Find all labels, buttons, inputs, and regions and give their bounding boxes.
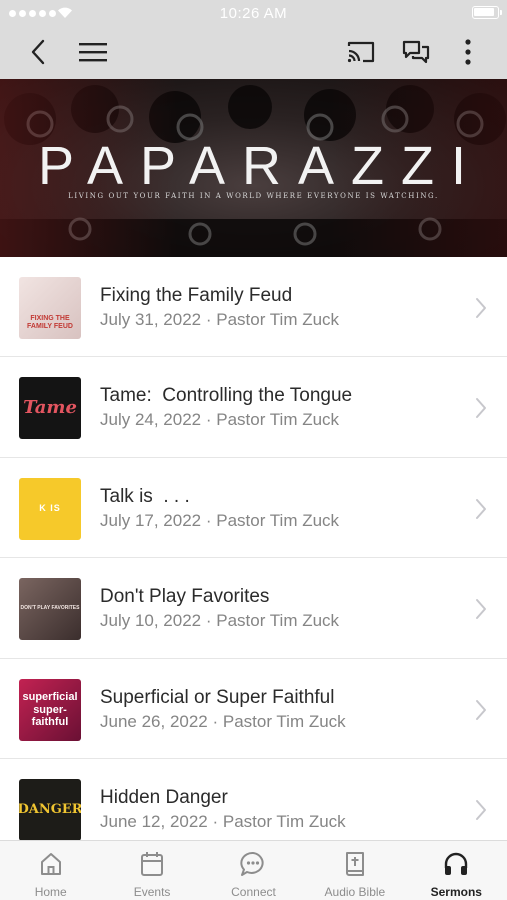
tab-label: Audio Bible	[324, 885, 386, 899]
series-title: PAPARAZZI	[37, 136, 484, 196]
sermon-thumbnail: K IS	[19, 477, 81, 540]
thumbnail-text: DON'T PLAY FAVORITES	[20, 605, 80, 612]
sermon-thumbnail: FIXING THE FAMILY FEUD	[19, 277, 81, 339]
sermon-thumbnail: DANGER	[19, 778, 81, 841]
tab-connect[interactable]: Connect	[203, 841, 304, 900]
chevron-right-icon	[476, 498, 486, 519]
sermon-date-speaker: July 10, 2022 · Pastor Tim Zuck	[100, 611, 340, 631]
chevron-left-icon	[31, 39, 45, 65]
cast-button[interactable]	[340, 34, 382, 70]
app-header: 10:26 AM	[0, 0, 507, 79]
battery-icon	[472, 6, 502, 19]
hamburger-menu-icon	[79, 43, 107, 62]
sermon-title: Fixing the Family Feud	[100, 285, 293, 306]
messages-button[interactable]	[396, 34, 436, 70]
sermon-date-speaker: June 26, 2022 · Pastor Tim Zuck	[100, 711, 346, 731]
bible-icon	[345, 852, 364, 876]
thumbnail-text: Tame	[23, 397, 77, 419]
series-banner[interactable]: PAPARAZZI LIVING OUT YOUR FAITH IN A WOR…	[0, 79, 507, 257]
sermon-thumbnail: DON'T PLAY FAVORITES	[19, 578, 81, 641]
bottom-tab-bar: Home Events Connect Audio Bible Sermons	[0, 840, 507, 900]
chevron-right-icon	[476, 398, 486, 419]
sermon-row[interactable]: superficial super-faithful Superficial o…	[0, 658, 507, 759]
tab-home[interactable]: Home	[0, 841, 101, 900]
cast-icon	[347, 41, 375, 63]
calendar-icon	[141, 852, 164, 876]
sermon-title: Talk is . . .	[100, 485, 190, 507]
sermon-row[interactable]: FIXING THE FAMILY FEUD Fixing the Family…	[0, 257, 507, 358]
sermon-row[interactable]: K IS Talk is . . . July 17, 2022 · Pasto…	[0, 457, 507, 559]
menu-button[interactable]	[74, 34, 112, 70]
series-subtitle: LIVING OUT YOUR FAITH IN A WORLD WHERE E…	[68, 192, 439, 200]
status-time: 10:26 AM	[219, 5, 288, 22]
more-options-button[interactable]	[452, 34, 484, 70]
sermon-thumbnail: superficial super-faithful	[19, 678, 81, 741]
sermon-row[interactable]: Tame Tame: Controlling the Tongue July 2…	[0, 357, 507, 458]
sermon-title: Don't Play Favorites	[100, 586, 270, 608]
chevron-right-icon	[476, 799, 486, 820]
sermon-title: Hidden Danger	[100, 786, 228, 808]
thumbnail-text: K IS	[39, 502, 61, 513]
tab-label: Connect	[231, 885, 276, 899]
sermon-date-speaker: July 31, 2022 · Pastor Tim Zuck	[100, 310, 340, 329]
sermon-thumbnail: Tame	[19, 377, 81, 440]
tab-events[interactable]: Events	[101, 841, 202, 900]
sermon-title: Superficial or Super Faithful	[100, 686, 335, 708]
more-vertical-icon	[465, 39, 471, 65]
tab-label: Home	[34, 885, 67, 899]
status-bar: 10:26 AM	[0, 0, 507, 28]
chevron-right-icon	[476, 699, 486, 720]
headphones-icon	[445, 852, 468, 875]
back-button[interactable]	[20, 34, 56, 70]
chevron-right-icon	[476, 298, 486, 318]
sermon-title: Tame: Controlling the Tongue	[100, 385, 353, 407]
sermon-date-speaker: July 17, 2022 · Pastor Tim Zuck	[100, 510, 340, 530]
sermon-row[interactable]: DON'T PLAY FAVORITES Don't Play Favorite…	[0, 558, 507, 659]
tab-sermons[interactable]: Sermons	[406, 841, 507, 900]
tab-label: Events	[133, 885, 171, 899]
chat-bubble-icon	[240, 852, 265, 876]
thumbnail-text: DANGER	[19, 801, 81, 817]
thumbnail-text: FIXING THE FAMILY FEUD	[27, 315, 73, 330]
chevron-right-icon	[476, 599, 486, 620]
sermon-date-speaker: June 12, 2022 · Pastor Tim Zuck	[100, 811, 346, 831]
home-icon	[40, 853, 61, 875]
thumbnail-text: superficial super-faithful	[22, 691, 78, 728]
sermon-list: FIXING THE FAMILY FEUD Fixing the Family…	[0, 257, 507, 860]
tab-audio-bible[interactable]: Audio Bible	[304, 841, 405, 900]
messages-icon	[402, 40, 430, 64]
tab-label: Sermons	[430, 885, 482, 899]
sermon-date-speaker: July 24, 2022 · Pastor Tim Zuck	[100, 410, 340, 430]
